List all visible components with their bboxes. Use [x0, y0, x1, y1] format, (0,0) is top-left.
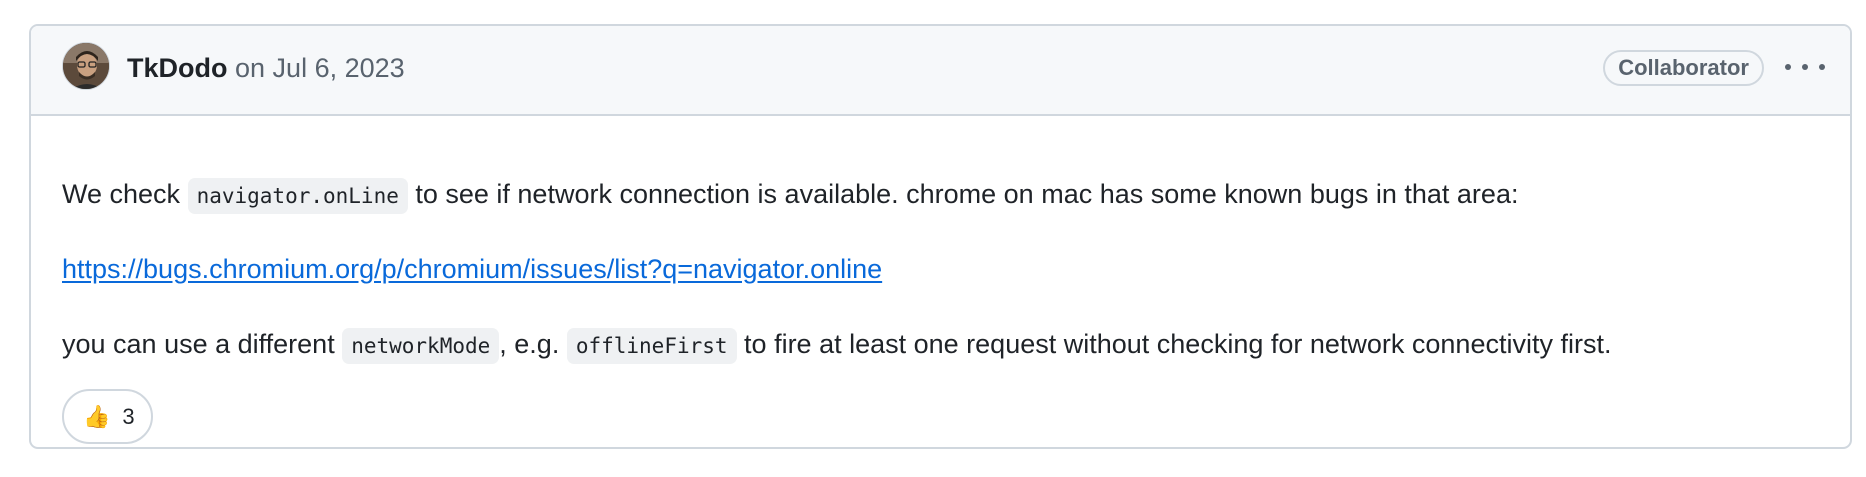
comment-date[interactable]: on Jul 6, 2023: [235, 53, 405, 83]
kebab-dot-icon: [1819, 64, 1825, 70]
text: you can use a different: [62, 329, 343, 359]
body-paragraph: you can use a different networkMode, e.g…: [62, 325, 1611, 365]
issue-link[interactable]: https://bugs.chromium.org/p/chromium/iss…: [62, 254, 882, 284]
kebab-dot-icon: [1785, 64, 1791, 70]
thumbs-up-reaction-button[interactable]: 👍 3: [62, 389, 153, 444]
thumbs-up-icon: 👍: [83, 403, 111, 429]
role-badge: Collaborator: [1603, 50, 1764, 86]
avatar[interactable]: [62, 42, 110, 90]
avatar-image: [63, 43, 109, 89]
text: , e.g.: [499, 329, 567, 359]
kebab-dot-icon: [1802, 64, 1808, 70]
text: to see if network connection is availabl…: [407, 179, 1519, 209]
reaction-count: 3: [122, 403, 135, 429]
text: We check: [62, 179, 188, 209]
body-paragraph: We check navigator.onLine to see if netw…: [62, 175, 1518, 215]
more-options-button[interactable]: [1785, 52, 1825, 82]
comment-box: TkDodo on Jul 6, 2023 Collaborator We ch…: [29, 24, 1852, 449]
author-name[interactable]: TkDodo: [127, 53, 228, 83]
inline-code: networkMode: [342, 328, 500, 364]
text: to fire at least one request without che…: [736, 329, 1612, 359]
comment-meta: TkDodo on Jul 6, 2023: [127, 50, 405, 86]
comment-header: TkDodo on Jul 6, 2023 Collaborator: [31, 26, 1850, 116]
body-paragraph: https://bugs.chromium.org/p/chromium/iss…: [62, 250, 882, 288]
inline-code: navigator.onLine: [187, 178, 408, 214]
inline-code: offlineFirst: [566, 328, 737, 364]
